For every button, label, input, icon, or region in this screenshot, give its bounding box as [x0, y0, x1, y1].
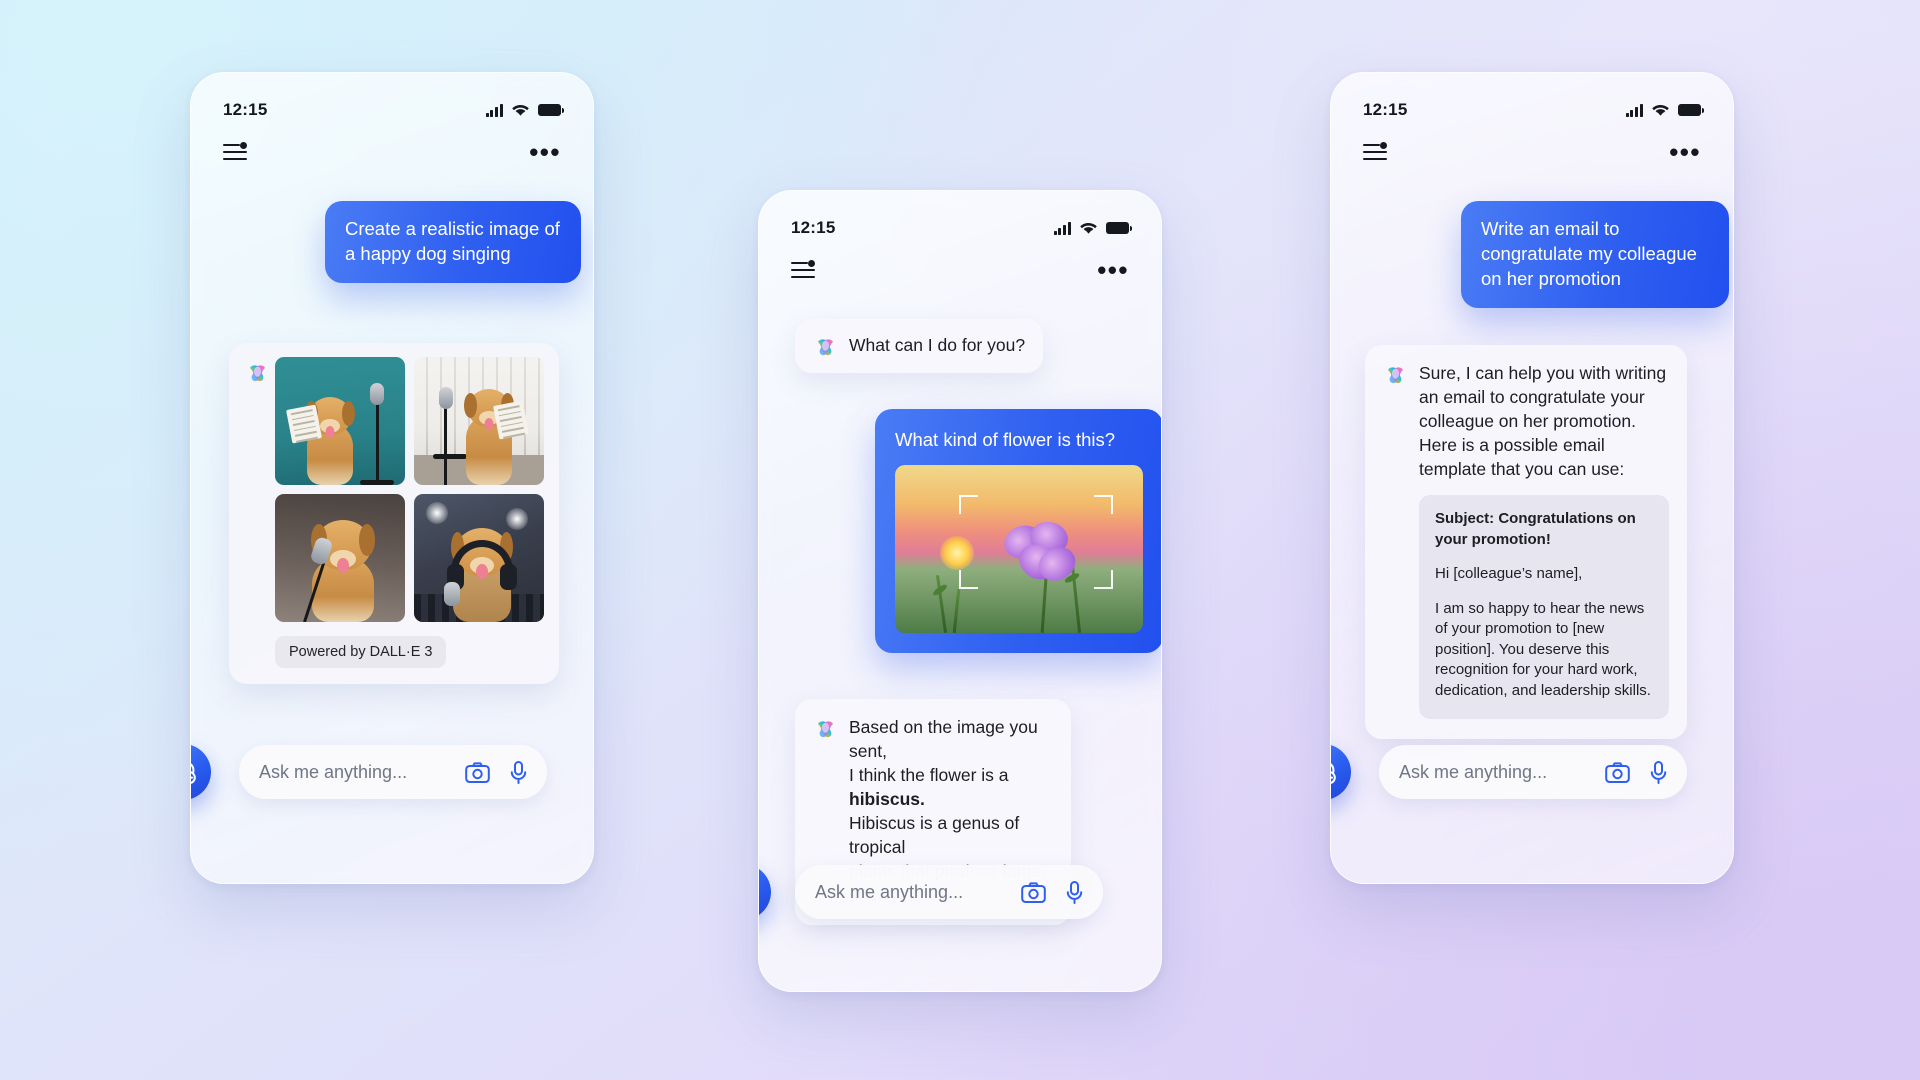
composer-icons — [1021, 880, 1083, 904]
composer-bar[interactable]: Ask me anything... — [795, 865, 1103, 919]
user-message-bubble: Write an email to congratulate my collea… — [1461, 201, 1729, 308]
battery-icon — [1106, 222, 1132, 234]
signal-bars-icon — [1625, 103, 1643, 117]
app-bar: ••• — [191, 135, 593, 169]
user-message-bubble: What kind of flower is this? — [875, 409, 1161, 653]
copilot-logo-icon — [245, 360, 270, 385]
status-icons — [1625, 103, 1704, 117]
user-message-text: What kind of flower is this? — [895, 429, 1116, 450]
ai-keyword-hibiscus: hibiscus. — [849, 789, 925, 809]
menu-icon[interactable] — [791, 259, 815, 279]
message-input[interactable]: Ask me anything... — [259, 762, 465, 783]
camera-icon[interactable] — [1605, 761, 1630, 783]
app-bar: ••• — [1331, 135, 1733, 169]
composer-bar[interactable]: Ask me anything... — [1379, 745, 1687, 799]
composer-icons — [1605, 760, 1667, 784]
generated-image-tile[interactable] — [275, 494, 405, 622]
phone-mockup-2: 12:15 ••• What can I do for you? What ki… — [758, 190, 1162, 992]
generated-image-tile[interactable] — [414, 357, 544, 485]
battery-icon — [538, 104, 564, 116]
microphone-icon[interactable] — [1066, 880, 1083, 904]
focus-frame-icon — [959, 495, 1114, 590]
composer-bar[interactable]: Ask me anything... — [239, 745, 547, 799]
user-message-bubble: Create a realistic image of a happy dog … — [325, 201, 581, 283]
message-input[interactable]: Ask me anything... — [1399, 762, 1605, 783]
wifi-icon — [1652, 104, 1669, 116]
more-options-icon[interactable]: ••• — [1669, 139, 1701, 165]
image-credit-label: Powered by DALL·E 3 — [275, 636, 447, 668]
ai-line-2-prefix: I think the flower is a — [849, 765, 1009, 785]
copilot-logo-icon — [1383, 362, 1408, 387]
new-chat-fab[interactable] — [759, 864, 771, 920]
new-chat-fab[interactable] — [191, 744, 211, 800]
app-bar: ••• — [759, 253, 1161, 287]
ai-response-text: Sure, I can help you with writing an ema… — [1419, 363, 1667, 479]
phone-mockup-1: 12:15 ••• Create a realistic image of a … — [190, 72, 594, 884]
greeting-text: What can I do for you? — [849, 335, 1026, 355]
status-icons — [485, 103, 564, 117]
menu-icon[interactable] — [223, 141, 247, 161]
ai-line-2: I think the flower is a hibiscus. — [849, 763, 1053, 811]
battery-icon — [1678, 104, 1704, 116]
status-clock: 12:15 — [223, 100, 268, 119]
ai-response-bubble: Sure, I can help you with writing an ema… — [1365, 345, 1687, 739]
status-bar: 12:15 — [1331, 97, 1733, 123]
email-body: I am so happy to hear the news of your p… — [1435, 599, 1651, 699]
new-chat-icon — [191, 763, 196, 784]
composer-icons — [465, 760, 527, 784]
image-results-card: Powered by DALL·E 3 — [229, 343, 559, 684]
status-bar: 12:15 — [759, 215, 1161, 241]
camera-icon[interactable] — [1021, 881, 1046, 903]
more-options-icon[interactable]: ••• — [1097, 257, 1129, 283]
email-greeting: Hi [colleague’s name], — [1435, 565, 1583, 582]
copilot-logo-icon — [813, 716, 838, 741]
ai-line-3: Hibiscus is a genus of tropical — [849, 813, 1020, 857]
image-grid — [275, 357, 544, 622]
phone-mockup-3: 12:15 ••• Write an email to congratulate… — [1330, 72, 1734, 884]
menu-icon[interactable] — [1363, 141, 1387, 161]
camera-icon[interactable] — [465, 761, 490, 783]
wifi-icon — [1080, 222, 1097, 234]
microphone-icon[interactable] — [510, 760, 527, 784]
wifi-icon — [512, 104, 529, 116]
copilot-logo-icon — [813, 334, 838, 359]
signal-bars-icon — [485, 103, 503, 117]
signal-bars-icon — [1053, 221, 1071, 235]
ai-line-1: Based on the image you sent, — [849, 717, 1038, 761]
microphone-icon[interactable] — [1650, 760, 1667, 784]
status-clock: 12:15 — [791, 218, 836, 237]
attached-image[interactable] — [895, 465, 1143, 633]
status-clock: 12:15 — [1363, 100, 1408, 119]
generated-image-tile[interactable] — [275, 357, 405, 485]
status-bar: 12:15 — [191, 97, 593, 123]
new-chat-fab[interactable] — [1331, 744, 1351, 800]
more-options-icon[interactable]: ••• — [529, 139, 561, 165]
generated-image-tile[interactable] — [414, 494, 544, 622]
status-icons — [1053, 221, 1132, 235]
new-chat-icon — [1331, 763, 1336, 784]
greeting-bubble: What can I do for you? — [795, 319, 1044, 373]
message-input[interactable]: Ask me anything... — [815, 882, 1021, 903]
email-subject: Subject: Congratulations on your promoti… — [1435, 510, 1636, 548]
email-template-card: Subject: Congratulations on your promoti… — [1419, 495, 1669, 719]
